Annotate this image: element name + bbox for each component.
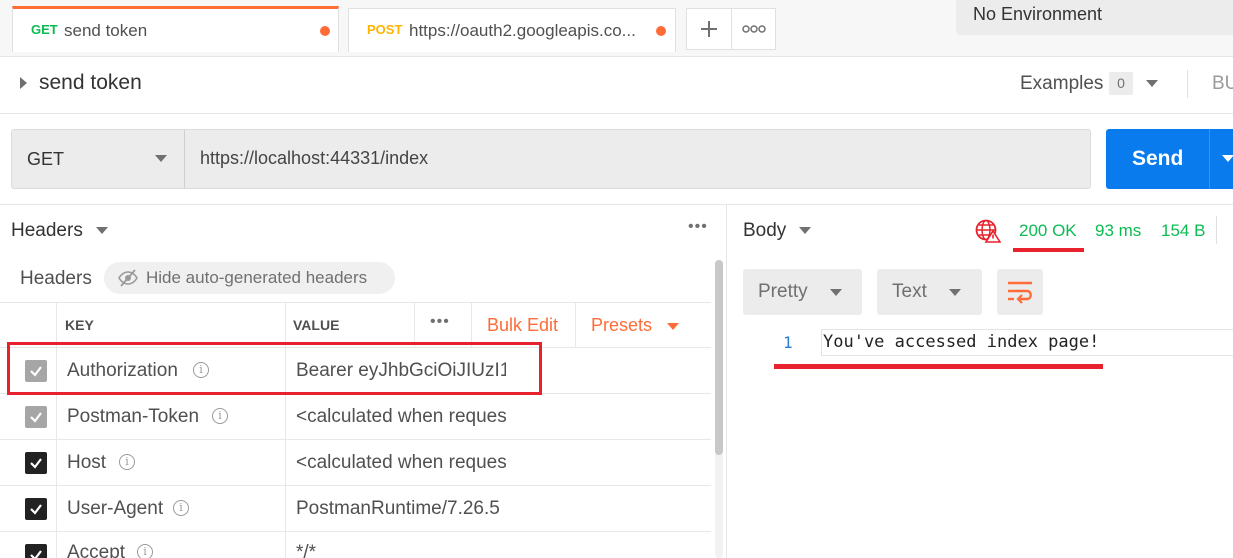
tab-method: GET — [31, 22, 58, 37]
pretty-dropdown-icon — [830, 289, 842, 296]
header-key: User-Agent — [67, 498, 164, 519]
annotation-underline-status — [1013, 248, 1084, 252]
globe-warning-icon[interactable] — [975, 219, 1001, 243]
row-checkbox[interactable] — [25, 406, 47, 428]
tab-options-button[interactable] — [731, 8, 776, 50]
send-split-divider — [1209, 129, 1210, 189]
examples-label[interactable]: Examples — [1020, 73, 1103, 95]
column-separator — [575, 303, 576, 348]
expand-caret-icon[interactable] — [20, 77, 27, 89]
plus-icon — [701, 21, 717, 37]
headers-subtab[interactable]: Headers — [20, 268, 92, 290]
response-time[interactable]: 93 ms — [1095, 221, 1141, 241]
header-key: Postman-Token — [67, 406, 200, 427]
annotation-underline-body — [774, 364, 1103, 369]
separator — [1187, 70, 1188, 98]
hide-auto-headers-toggle[interactable]: Hide auto-generated headers — [104, 262, 395, 294]
response-size[interactable]: 154 B — [1161, 221, 1205, 241]
send-button[interactable]: Send — [1106, 129, 1233, 189]
headers-dropdown-icon[interactable] — [96, 227, 108, 234]
tab-title: send token — [64, 21, 148, 40]
tab-title: https://oauth2.googleapis.co... — [409, 21, 636, 40]
response-body-viewer[interactable]: 1 You've accessed index page! — [743, 327, 1233, 357]
response-text: You've accessed index page! — [823, 332, 1100, 352]
info-icon[interactable]: i — [119, 454, 135, 470]
row-checkbox[interactable] — [25, 544, 47, 558]
text-dropdown-icon — [949, 289, 961, 296]
info-icon[interactable]: i — [212, 408, 228, 424]
examples-count-badge: 0 — [1109, 72, 1133, 95]
header-row: Host i <calculated when request is sent> — [0, 440, 711, 486]
environment-label: No Environment — [973, 4, 1103, 24]
unsaved-dot-icon — [320, 26, 330, 36]
body-section-label[interactable]: Body — [743, 220, 786, 242]
column-options-icon[interactable]: ••• — [430, 313, 450, 331]
header-value: <calculated when request is sent> — [296, 406, 506, 427]
wrap-lines-button[interactable] — [997, 269, 1043, 315]
eye-slash-icon — [118, 269, 138, 287]
tab-post-oauth[interactable]: POST https://oauth2.googleapis.co... — [348, 8, 676, 52]
method-select[interactable]: GET — [11, 129, 185, 189]
info-icon[interactable]: i — [137, 544, 153, 558]
line-number: 1 — [783, 333, 793, 352]
send-label: Send — [1132, 147, 1184, 170]
method-dropdown-icon — [155, 155, 167, 162]
bulk-edit-link[interactable]: Bulk Edit — [487, 315, 558, 336]
info-icon[interactable]: i — [173, 500, 189, 516]
pretty-format-select[interactable]: Pretty — [743, 269, 862, 315]
tab-send-token[interactable]: GET send token — [12, 6, 339, 52]
method-value: GET — [27, 149, 65, 169]
more-horizontal-icon — [741, 25, 766, 33]
build-label[interactable]: BU — [1212, 73, 1233, 95]
separator — [1216, 216, 1217, 244]
scrollbar-thumb[interactable] — [715, 260, 723, 455]
header-key: Host — [67, 452, 107, 473]
new-tab-button[interactable] — [686, 8, 732, 50]
text-format-label: Text — [892, 281, 927, 302]
header-row: User-Agent i PostmanRuntime/7.26.5 — [0, 486, 711, 532]
unsaved-dot-icon — [656, 26, 666, 36]
pane-divider[interactable] — [726, 205, 727, 558]
examples-dropdown-icon[interactable] — [1146, 80, 1158, 87]
header-row: Postman-Token i <calculated when request… — [0, 394, 711, 440]
divider — [0, 204, 1233, 205]
row-checkbox[interactable] — [25, 452, 47, 474]
checkmark-icon — [30, 504, 42, 515]
wrap-lines-icon — [1008, 281, 1032, 304]
header-key: Accept — [67, 542, 126, 558]
request-name: send token — [39, 71, 142, 94]
annotation-highlight-box — [7, 342, 542, 395]
left-more-icon[interactable]: ••• — [688, 218, 708, 236]
pretty-format-label: Pretty — [758, 281, 808, 302]
presets-link[interactable]: Presets — [591, 315, 652, 336]
header-value: PostmanRuntime/7.26.5 — [296, 498, 500, 519]
status-code[interactable]: 200 OK — [1019, 221, 1077, 241]
checkmark-icon — [30, 550, 42, 558]
body-dropdown-icon[interactable] — [799, 227, 811, 234]
header-value: <calculated when request is sent> — [296, 452, 506, 473]
tab-method: POST — [367, 22, 403, 37]
key-column-header: KEY — [65, 317, 94, 333]
send-options-icon[interactable] — [1222, 155, 1233, 162]
url-value: https://localhost:44331/index — [200, 148, 429, 168]
text-format-select[interactable]: Text — [877, 269, 982, 315]
checkmark-icon — [30, 458, 42, 469]
header-value: */* — [296, 542, 317, 558]
url-input[interactable]: https://localhost:44331/index — [184, 129, 1091, 189]
presets-dropdown-icon[interactable] — [667, 323, 679, 330]
value-column-header: VALUE — [293, 317, 340, 333]
row-checkbox[interactable] — [25, 498, 47, 520]
checkmark-icon — [30, 412, 42, 423]
header-row: Accept i */* — [0, 532, 711, 558]
environment-selector[interactable]: No Environment — [956, 0, 1233, 35]
headers-section-label[interactable]: Headers — [11, 220, 83, 242]
hide-auto-headers-label: Hide auto-generated headers — [146, 268, 368, 287]
